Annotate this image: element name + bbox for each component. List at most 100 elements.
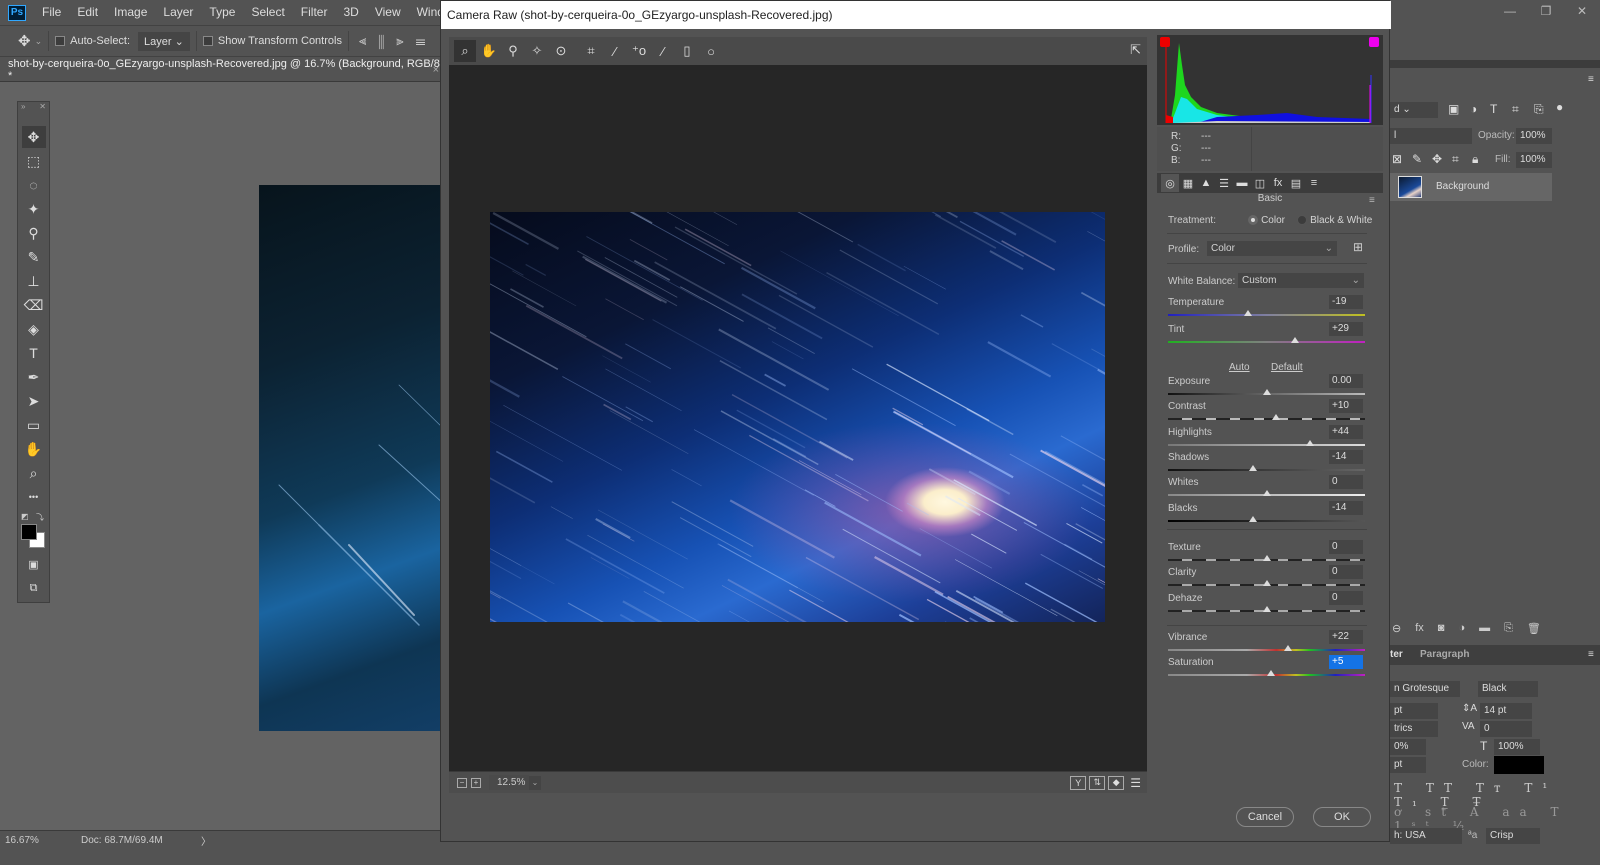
saturation-value-field[interactable]: +5 xyxy=(1329,655,1363,669)
menu-file[interactable]: File xyxy=(34,0,69,25)
layer-kind-filter[interactable]: d ⌄ xyxy=(1390,102,1438,118)
filter-toggle-icon[interactable]: ● xyxy=(1556,100,1563,114)
blacks-value-field[interactable]: -14 xyxy=(1329,501,1363,515)
pen-tool-icon[interactable]: ✒ xyxy=(22,366,46,388)
saturation-slider-thumb[interactable] xyxy=(1267,670,1276,676)
menu-type[interactable]: Type xyxy=(201,0,243,25)
blacks-slider-thumb[interactable] xyxy=(1248,516,1257,522)
screen-mode-icon[interactable]: ⧉ xyxy=(22,577,46,599)
leading-field[interactable]: 14 pt xyxy=(1480,703,1532,719)
exposure-value-field[interactable]: 0.00 xyxy=(1329,374,1363,388)
shadow-clipping-warning[interactable] xyxy=(1160,37,1170,47)
lasso-tool-icon[interactable]: ◌ xyxy=(22,174,46,196)
type-tool-icon[interactable]: T xyxy=(22,342,46,364)
contrast-value-field[interactable]: +10 xyxy=(1329,399,1363,413)
adjustment-layer-icon[interactable]: ◑ xyxy=(1458,622,1465,640)
tab-detail-icon[interactable]: ▲ xyxy=(1197,174,1215,192)
default-colors-icon[interactable]: ◩ xyxy=(21,512,29,521)
red-eye-tool-icon[interactable]: ⁺o xyxy=(628,40,650,62)
copy-settings-button[interactable]: ◆ xyxy=(1108,775,1125,790)
magic-wand-tool-icon[interactable]: ✦ xyxy=(22,198,46,220)
dehaze-value-field[interactable]: 0 xyxy=(1329,591,1363,605)
texture-value-field[interactable]: 0 xyxy=(1329,540,1363,554)
filter-smart-icon[interactable]: ⎘ xyxy=(1534,102,1544,117)
kerning-field[interactable]: trics xyxy=(1390,721,1438,737)
font-size-field[interactable]: pt xyxy=(1390,703,1438,719)
vibrance-value-field[interactable]: +22 xyxy=(1329,630,1363,644)
lock-position-icon[interactable]: ✥ xyxy=(1432,152,1442,166)
tint-value-field[interactable]: +29 xyxy=(1329,322,1363,336)
highlights-value-field[interactable]: +44 xyxy=(1329,425,1363,439)
delete-layer-icon[interactable]: 🗑︎ xyxy=(1527,622,1541,640)
filter-type-icon[interactable]: T xyxy=(1490,102,1497,116)
zoom-out-button[interactable]: − xyxy=(457,777,467,788)
panel-menu-icon[interactable]: ≡ xyxy=(1588,649,1594,660)
lock-artboard-icon[interactable]: ⌗ xyxy=(1452,152,1459,167)
crop-tool-icon[interactable]: ⌗ xyxy=(580,40,602,62)
tint-slider-track[interactable] xyxy=(1168,341,1365,343)
default-button[interactable]: Default xyxy=(1271,362,1303,373)
link-layers-icon[interactable]: ⊖ xyxy=(1392,622,1401,640)
menu-layer[interactable]: Layer xyxy=(155,0,201,25)
language-dropdown[interactable]: h: USA xyxy=(1390,828,1462,844)
vertical-scale-field[interactable]: 0% xyxy=(1390,739,1426,755)
dehaze-slider-thumb[interactable] xyxy=(1262,606,1271,612)
tab-effects-icon[interactable]: fx xyxy=(1269,174,1287,192)
document-canvas-image[interactable] xyxy=(259,185,445,731)
more-tools-icon[interactable]: ••• xyxy=(22,486,46,508)
text-color-swatch[interactable] xyxy=(1494,756,1544,774)
menu-view[interactable]: View xyxy=(367,0,409,25)
preview-image[interactable] xyxy=(490,212,1105,622)
eraser-tool-icon[interactable]: ⌫ xyxy=(22,294,46,316)
color-sampler-tool-icon[interactable]: ✧ xyxy=(526,40,548,62)
profile-dropdown[interactable]: Color ⌄ xyxy=(1207,241,1337,256)
blacks-slider-track[interactable] xyxy=(1168,520,1365,522)
font-family-dropdown[interactable]: n Grotesque xyxy=(1390,681,1460,697)
baseline-shift-field[interactable]: pt xyxy=(1390,757,1426,773)
treatment-bw-radio[interactable]: Black & White xyxy=(1297,214,1372,226)
fullscreen-toggle-icon[interactable]: ⇱ xyxy=(1130,42,1141,58)
radial-filter-tool-icon[interactable]: ○ xyxy=(700,40,722,62)
close-window-button[interactable]: ✕ xyxy=(1564,0,1600,22)
vibrance-slider-track[interactable] xyxy=(1168,649,1365,651)
filter-pixel-icon[interactable]: ▣ xyxy=(1448,102,1459,116)
tracking-field[interactable]: 0 xyxy=(1480,721,1532,737)
zoom-dropdown-icon[interactable]: ⌄ xyxy=(529,775,541,790)
eyedropper-tool-icon[interactable]: ⚲ xyxy=(22,222,46,244)
hand-tool-icon[interactable]: ✋ xyxy=(22,438,46,460)
panel-menu-icon[interactable]: ≡ xyxy=(1369,195,1375,206)
hand-tool-icon[interactable]: ✋ xyxy=(478,40,500,62)
paint-bucket-tool-icon[interactable]: ◈ xyxy=(22,318,46,340)
highlight-clipping-warning[interactable] xyxy=(1369,37,1379,47)
before-after-toggle[interactable]: Y xyxy=(1070,775,1087,790)
highlights-slider-thumb[interactable] xyxy=(1305,440,1314,446)
group-icon[interactable]: ▬ xyxy=(1479,622,1490,640)
spot-removal-tool-icon[interactable]: ⁄ xyxy=(604,40,626,62)
clarity-value-field[interactable]: 0 xyxy=(1329,565,1363,579)
foreground-color-swatch[interactable] xyxy=(21,524,37,540)
brush-tool-icon[interactable]: ✎ xyxy=(22,246,46,268)
close-panel-icon[interactable]: ✕ xyxy=(39,102,46,112)
preview-preferences-icon[interactable]: ☰ xyxy=(1130,776,1141,790)
temperature-slider-thumb[interactable] xyxy=(1243,310,1252,316)
tab-calibration-icon[interactable]: ▤ xyxy=(1287,174,1305,192)
lock-pixels-icon[interactable]: ✎ xyxy=(1412,152,1422,166)
temperature-value-field[interactable]: -19 xyxy=(1329,295,1363,309)
antialias-dropdown[interactable]: Crisp xyxy=(1486,828,1540,844)
adjustment-brush-tool-icon[interactable]: ⁄ xyxy=(652,40,674,62)
swap-settings-button[interactable]: ⇅ xyxy=(1089,775,1106,790)
preview-area[interactable] xyxy=(449,65,1147,771)
chevron-down-icon[interactable]: ⌄ xyxy=(35,36,43,47)
white-balance-dropdown[interactable]: Custom ⌄ xyxy=(1238,273,1364,288)
tab-lens-icon[interactable]: ◫ xyxy=(1251,174,1269,192)
new-layer-icon[interactable]: ⎘ xyxy=(1504,622,1513,640)
path-select-tool-icon[interactable]: ➤ xyxy=(22,390,46,412)
fill-field[interactable]: 100% xyxy=(1516,152,1552,168)
filter-adjustment-icon[interactable]: ◑ xyxy=(1470,102,1477,116)
whites-slider-thumb[interactable] xyxy=(1262,490,1271,496)
highlights-slider-track[interactable] xyxy=(1168,444,1365,446)
layer-row-background[interactable]: Background xyxy=(1390,173,1552,201)
texture-slider-thumb[interactable] xyxy=(1262,555,1271,561)
show-transform-controls-checkbox[interactable]: Show Transform Controls xyxy=(202,35,342,47)
contrast-slider-thumb[interactable] xyxy=(1272,414,1281,420)
